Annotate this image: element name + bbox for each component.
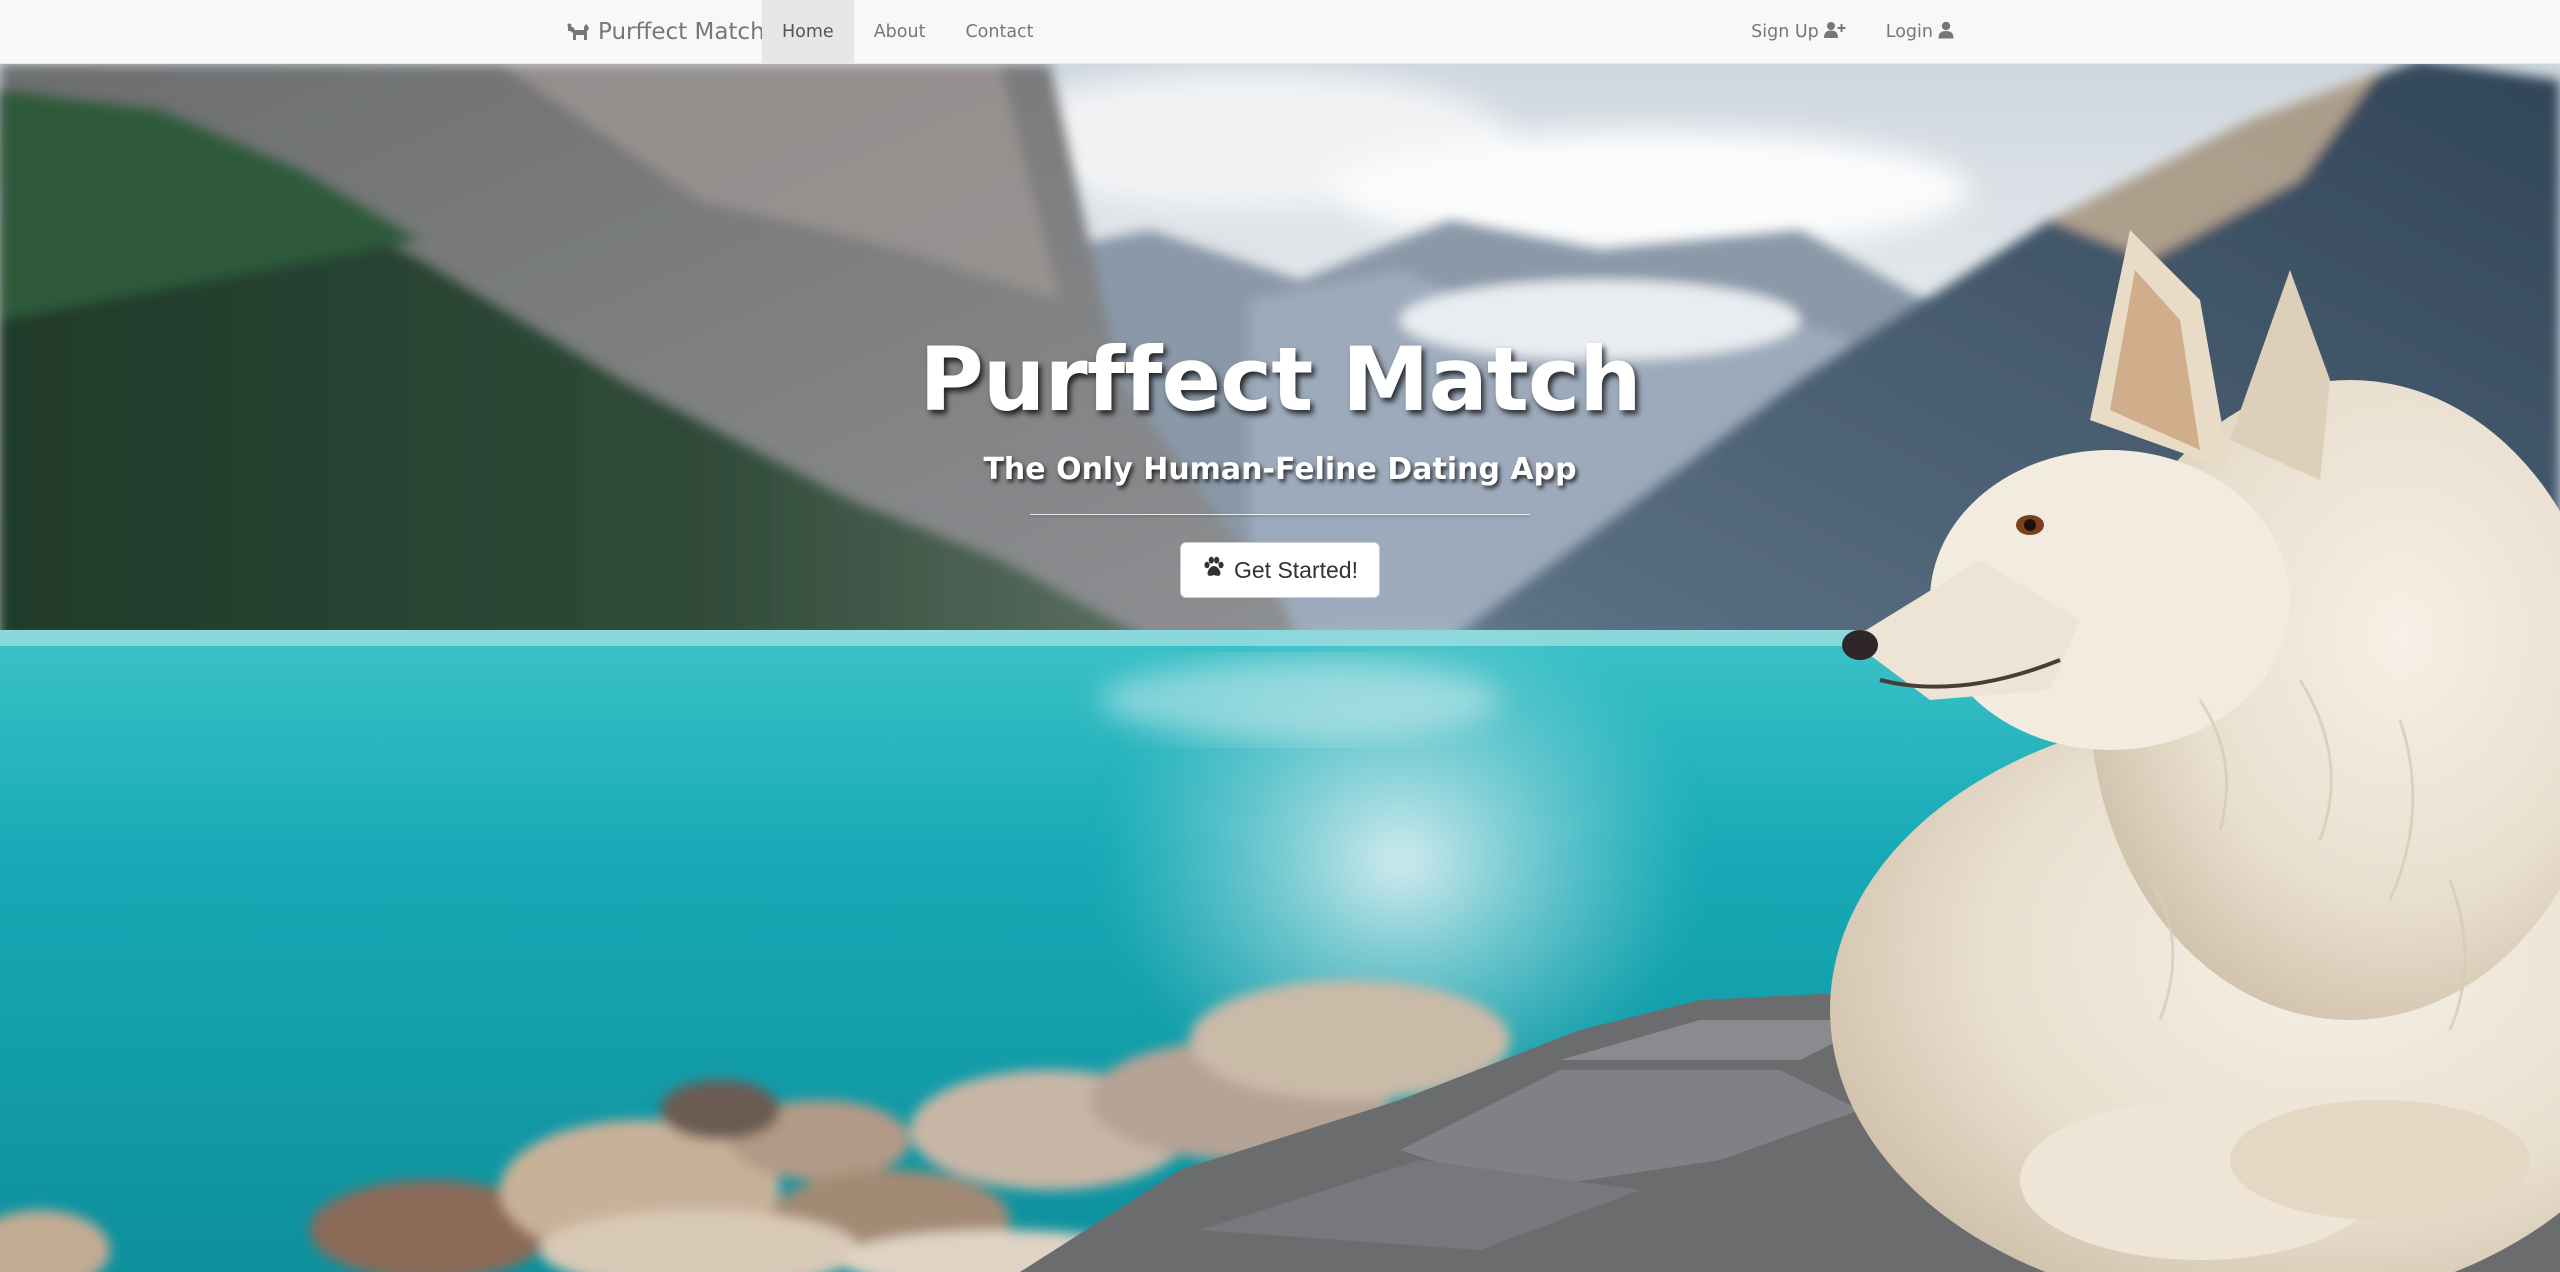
hero-subtitle: The Only Human-Feline Dating App (983, 452, 1577, 487)
dog-icon (566, 21, 590, 43)
login-link[interactable]: Login (1866, 0, 1974, 64)
hero-section: Purffect Match The Only Human-Feline Dat… (0, 320, 2560, 598)
get-started-label: Get Started! (1233, 556, 1358, 583)
user-icon (1938, 21, 1954, 44)
landing-page: Purffect Match Home About Contact Sign U… (0, 0, 2560, 1272)
brand-link[interactable]: Purffect Match (566, 0, 765, 64)
nav-about[interactable]: About (854, 0, 946, 64)
nav-contact-label: Contact (965, 22, 1034, 42)
brand-label: Purffect Match (598, 19, 765, 45)
hero-divider (1030, 514, 1530, 515)
hero-background-image (0, 0, 2560, 1272)
sign-up-label: Sign Up (1751, 22, 1819, 42)
paw-icon (1202, 556, 1226, 584)
user-plus-icon (1823, 21, 1846, 44)
nav-contact[interactable]: Contact (945, 0, 1053, 64)
login-label: Login (1885, 22, 1933, 42)
nav-about-label: About (873, 22, 926, 42)
nav-home-label: Home (782, 22, 834, 42)
nav-home[interactable]: Home (762, 0, 854, 64)
account-nav: Sign Up Login (1731, 0, 1974, 64)
top-navbar: Purffect Match Home About Contact Sign U… (0, 0, 2560, 64)
hero-title: Purffect Match (919, 328, 1642, 431)
sign-up-link[interactable]: Sign Up (1731, 0, 1866, 64)
main-nav: Home About Contact (762, 0, 1054, 64)
get-started-button[interactable]: Get Started! (1179, 542, 1380, 598)
